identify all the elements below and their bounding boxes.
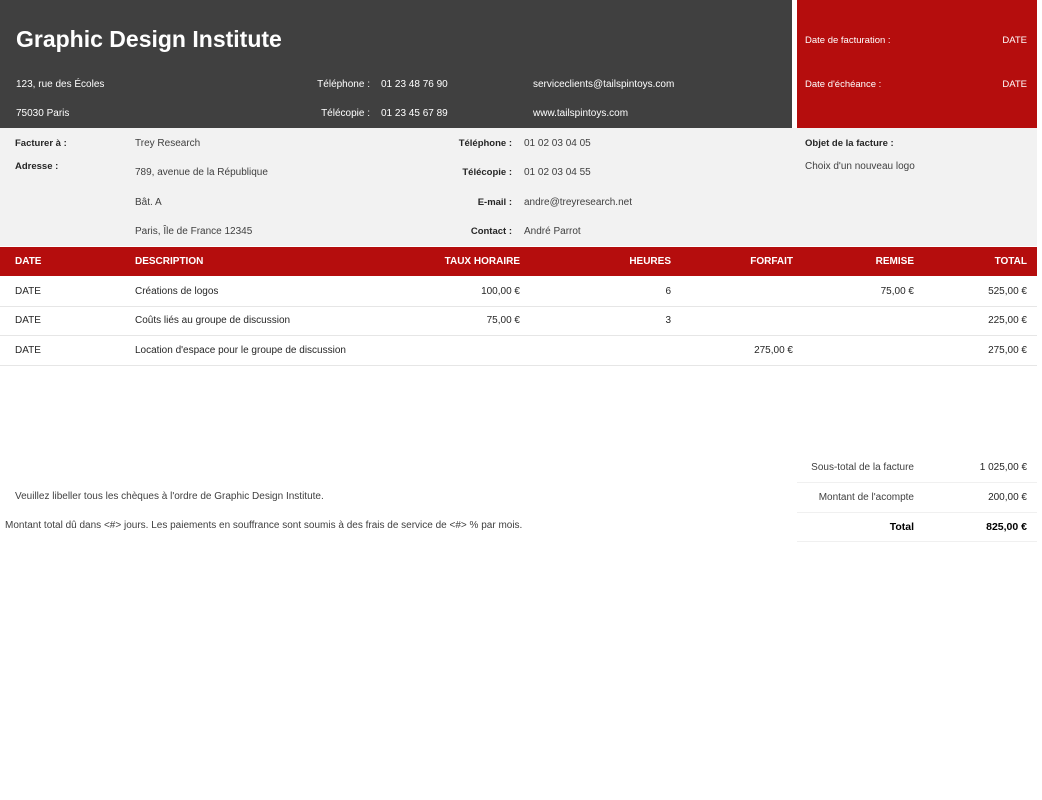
row-hours: 3 — [665, 315, 671, 326]
row-total: 225,00 € — [988, 315, 1027, 326]
company-email: serviceclients@tailspintoys.com — [533, 79, 675, 90]
company-phone-label: Téléphone : — [317, 79, 370, 90]
due-date-value: DATE — [1002, 79, 1027, 90]
header-dates-panel — [797, 0, 1037, 128]
subtotal-value: 1 025,00 € — [979, 462, 1027, 473]
subtotal-label: Sous-total de la facture — [811, 462, 914, 473]
client-address-line1: 789, avenue de la République — [135, 167, 268, 178]
payment-instructions: Veuillez libeller tous les chèques à l'o… — [15, 491, 324, 502]
row-description: Coûts liés au groupe de discussion — [135, 315, 291, 326]
address-label: Adresse : — [15, 161, 59, 172]
client-phone: 01 02 03 04 05 — [524, 138, 591, 149]
company-address-line1: 123, rue des Écoles — [16, 79, 105, 90]
company-name: Graphic Design Institute — [16, 26, 282, 52]
row-total: 525,00 € — [988, 286, 1027, 297]
col-header-rate: TAUX HORAIRE — [444, 256, 520, 267]
col-header-discount: REMISE — [875, 256, 914, 267]
client-fax-label: Télécopie : — [462, 167, 512, 178]
deposit-value: 200,00 € — [988, 492, 1027, 503]
total-label: Total — [889, 521, 914, 533]
client-phone-label: Téléphone : — [458, 138, 512, 149]
row-description: Créations de logos — [135, 286, 219, 297]
col-header-hours: HEURES — [629, 256, 671, 267]
row-total: 275,00 € — [988, 345, 1027, 356]
summary-divider — [797, 512, 1037, 513]
col-header-description: DESCRIPTION — [135, 256, 204, 267]
row-date: DATE — [15, 345, 41, 356]
company-fax: 01 23 45 67 89 — [381, 108, 448, 119]
row-rate: 100,00 € — [481, 286, 520, 297]
deposit-label: Montant de l'acompte — [818, 492, 914, 503]
row-hours: 6 — [665, 286, 671, 297]
invoice-date-label: Date de facturation : — [805, 35, 891, 46]
row-divider — [0, 306, 1037, 307]
bill-to-label: Facturer à : — [15, 138, 67, 149]
col-header-flat: FORFAIT — [750, 256, 793, 267]
row-divider — [0, 335, 1037, 336]
company-address-line2: 75030 Paris — [16, 108, 70, 119]
row-discount: 75,00 € — [880, 286, 914, 297]
company-phone: 01 23 48 76 90 — [381, 79, 448, 90]
client-email-label: E-mail : — [477, 197, 512, 208]
summary-divider — [797, 482, 1037, 483]
total-value: 825,00 € — [986, 521, 1027, 533]
invoice-sheet: Graphic Design Institute 123, rue des Éc… — [0, 0, 1042, 800]
row-rate: 75,00 € — [486, 315, 520, 326]
col-header-total: TOTAL — [994, 256, 1027, 267]
client-contact-label: Contact : — [470, 226, 512, 237]
invoice-subject-label: Objet de la facture : — [805, 138, 894, 149]
row-description: Location d'espace pour le groupe de disc… — [135, 345, 346, 356]
payment-terms: Montant total dû dans <#> jours. Les pai… — [5, 520, 523, 531]
client-contact: André Parrot — [524, 226, 581, 237]
col-header-date: DATE — [15, 256, 42, 267]
invoice-subject: Choix d'un nouveau logo — [805, 161, 915, 172]
client-address-line3: Paris, Île de France 12345 — [135, 226, 253, 237]
bill-to-value: Trey Research — [135, 138, 201, 149]
row-divider — [0, 365, 1037, 366]
client-email: andre@treyresearch.net — [524, 197, 632, 208]
invoice-date-value: DATE — [1002, 35, 1027, 46]
row-date: DATE — [15, 315, 41, 326]
company-fax-label: Télécopie : — [321, 108, 370, 119]
row-date: DATE — [15, 286, 41, 297]
client-address-line2: Bât. A — [135, 197, 162, 208]
company-website: www.tailspintoys.com — [533, 108, 629, 119]
client-fax: 01 02 03 04 55 — [524, 167, 591, 178]
row-flat: 275,00 € — [754, 345, 793, 356]
summary-divider — [797, 541, 1037, 542]
due-date-label: Date d'échéance : — [805, 79, 882, 90]
